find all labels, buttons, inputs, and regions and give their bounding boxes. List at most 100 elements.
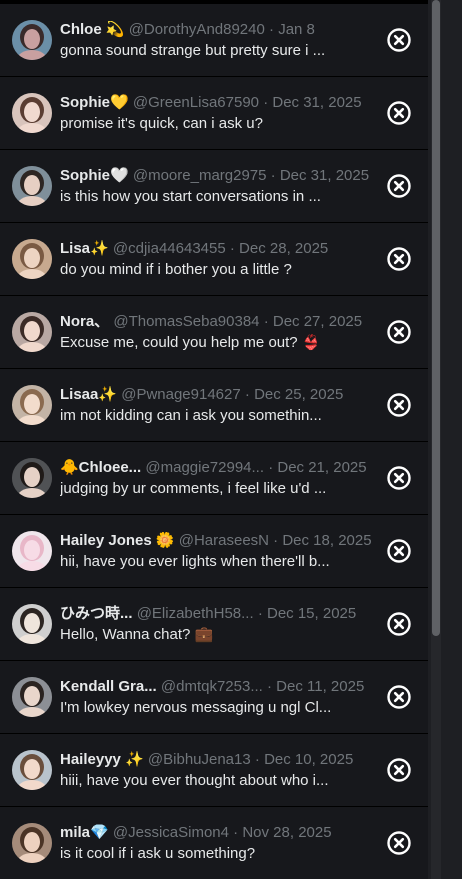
- dismiss-request-button[interactable]: [386, 100, 412, 126]
- message-date: Dec 11, 2025: [276, 678, 365, 695]
- dismiss-request-button[interactable]: [386, 173, 412, 199]
- message-preview: is it cool if i ask u something?: [60, 845, 256, 862]
- sender-name[interactable]: mila💎: [60, 824, 109, 841]
- conversation-row[interactable]: Lisaa✨ @Pwnage914627 · Dec 25, 2025 im no…: [0, 369, 428, 442]
- conversation-header: mila💎 @JessicaSimon4 · Nov 28, 2025: [60, 824, 378, 842]
- sender-handle: @DorothyAnd89240: [128, 21, 265, 38]
- close-circle-icon: [386, 392, 412, 418]
- avatar[interactable]: [12, 166, 52, 206]
- dm-requests-panel: Chloe 💫 @DorothyAnd89240 · Jan 8 gonna so…: [0, 0, 462, 879]
- dismiss-request-button[interactable]: [386, 465, 412, 491]
- message-date: Dec 10, 2025: [264, 751, 354, 768]
- conversation-header: Sophie💛 @GreenLisa67590 · Dec 31, 2025: [60, 94, 378, 112]
- avatar[interactable]: [12, 385, 52, 425]
- avatar[interactable]: [12, 458, 52, 498]
- conversation-row[interactable]: Lisa✨ @cdjia44643455 · Dec 28, 2025 do yo…: [0, 223, 428, 296]
- dismiss-request-button[interactable]: [386, 757, 412, 783]
- sender-handle: @dmtqk7253...: [160, 678, 263, 695]
- sender-name[interactable]: Lisa✨: [60, 240, 109, 257]
- sender-handle: @BibhuJena13: [147, 751, 251, 768]
- close-circle-icon: [386, 538, 412, 564]
- dismiss-request-button[interactable]: [386, 246, 412, 272]
- dismiss-request-button[interactable]: [386, 319, 412, 345]
- message-preview: is this how you start conversations in .…: [60, 188, 321, 205]
- conversation-row[interactable]: ひみつ時... @ElizabethH58... · Dec 15, 2025 H…: [0, 588, 428, 661]
- sender-name[interactable]: 🐥Chloee...: [60, 459, 141, 476]
- message-preview: hiii, have you ever thought about who i.…: [60, 772, 329, 789]
- sender-handle: @maggie72994...: [145, 459, 265, 476]
- sender-handle: @GreenLisa67590: [132, 94, 260, 111]
- message-date: Nov 28, 2025: [242, 824, 332, 841]
- conversation-row[interactable]: Sophie💛 @GreenLisa67590 · Dec 31, 2025 pr…: [0, 77, 428, 150]
- sender-name[interactable]: ひみつ時...: [60, 605, 133, 622]
- avatar[interactable]: [12, 677, 52, 717]
- dismiss-request-button[interactable]: [386, 27, 412, 53]
- avatar[interactable]: [12, 93, 52, 133]
- separator-dot: ·: [267, 678, 272, 695]
- sender-name[interactable]: Chloe 💫: [60, 21, 125, 38]
- message-preview: hii, have you ever lights when there'll …: [60, 553, 330, 570]
- separator-dot: ·: [268, 459, 274, 476]
- separator-dot: ·: [273, 532, 279, 549]
- sender-name[interactable]: Hailey Jones 🌼: [60, 532, 175, 549]
- message-date: Dec 15, 2025: [266, 605, 357, 622]
- separator-dot: ·: [263, 94, 269, 111]
- conversation-header: Kendall Gra... @dmtqk7253... · Dec 11, 2…: [60, 678, 378, 696]
- conversation-header: Nora、 @ThomasSeba90384 · Dec 27, 2025: [60, 313, 378, 331]
- close-circle-icon: [386, 757, 412, 783]
- message-date: Dec 18, 2025: [282, 532, 372, 549]
- conversation-row[interactable]: Hailey Jones 🌼 @HaraseesN · Dec 18, 2025…: [0, 515, 428, 588]
- conversation-row[interactable]: mila💎 @JessicaSimon4 · Nov 28, 2025 is it…: [0, 807, 428, 879]
- avatar[interactable]: [12, 312, 52, 352]
- close-circle-icon: [386, 100, 412, 126]
- conversation-header: Chloe 💫 @DorothyAnd89240 · Jan 8: [60, 21, 378, 39]
- avatar[interactable]: [12, 20, 52, 60]
- dismiss-request-button[interactable]: [386, 611, 412, 637]
- separator-dot: ·: [270, 167, 276, 184]
- close-circle-icon: [386, 319, 412, 345]
- separator-dot: ·: [244, 386, 250, 403]
- conversation-row[interactable]: Nora、 @ThomasSeba90384 · Dec 27, 2025 Exc…: [0, 296, 428, 369]
- sender-handle: @JessicaSimon4: [112, 824, 229, 841]
- avatar[interactable]: [12, 531, 52, 571]
- conversation-row[interactable]: Haileyyy ✨ @BibhuJena13 · Dec 10, 2025 hi…: [0, 734, 428, 807]
- separator-dot: ·: [263, 313, 269, 330]
- dismiss-request-button[interactable]: [386, 830, 412, 856]
- sender-handle: @moore_marg2975: [132, 167, 267, 184]
- conversation-list: Chloe 💫 @DorothyAnd89240 · Jan 8 gonna so…: [0, 4, 428, 879]
- avatar[interactable]: [12, 604, 52, 644]
- avatar[interactable]: [12, 239, 52, 279]
- close-circle-icon: [386, 27, 412, 53]
- scrollbar-thumb[interactable]: [432, 0, 440, 636]
- message-preview: do you mind if i bother you a little ?: [60, 261, 292, 278]
- conversation-header: 🐥Chloee... @maggie72994... · Dec 21, 202…: [60, 459, 378, 477]
- sender-name[interactable]: Nora、: [60, 313, 109, 330]
- dismiss-request-button[interactable]: [386, 538, 412, 564]
- conversation-header: ひみつ時... @ElizabethH58... · Dec 15, 2025: [60, 605, 378, 623]
- sender-name[interactable]: Haileyyy ✨: [60, 751, 144, 768]
- sender-name[interactable]: Lisaa✨: [60, 386, 117, 403]
- message-date: Dec 28, 2025: [239, 240, 329, 257]
- conversation-header: Haileyyy ✨ @BibhuJena13 · Dec 10, 2025: [60, 751, 378, 769]
- sender-name[interactable]: Kendall Gra...: [60, 678, 157, 695]
- conversation-row[interactable]: Kendall Gra... @dmtqk7253... · Dec 11, 2…: [0, 661, 428, 734]
- sender-name[interactable]: Sophie💛: [60, 94, 129, 111]
- message-preview: Excuse me, could you help me out? 👙: [60, 334, 321, 351]
- separator-dot: ·: [254, 751, 260, 768]
- close-circle-icon: [386, 246, 412, 272]
- dismiss-request-button[interactable]: [386, 392, 412, 418]
- sender-name[interactable]: Sophie🤍: [60, 167, 129, 184]
- dismiss-request-button[interactable]: [386, 684, 412, 710]
- conversation-row[interactable]: 🐥Chloee... @maggie72994... · Dec 21, 202…: [0, 442, 428, 515]
- message-preview: Hello, Wanna chat? 💼: [60, 626, 214, 643]
- conversation-header: Sophie🤍 @moore_marg2975 · Dec 31, 2025: [60, 167, 378, 185]
- message-date: Dec 31, 2025: [272, 94, 362, 111]
- sender-handle: @cdjia44643455: [112, 240, 226, 257]
- close-circle-icon: [386, 684, 412, 710]
- avatar[interactable]: [12, 750, 52, 790]
- message-date: Dec 21, 2025: [277, 459, 367, 476]
- conversation-row[interactable]: Sophie🤍 @moore_marg2975 · Dec 31, 2025 is…: [0, 150, 428, 223]
- conversation-row[interactable]: Chloe 💫 @DorothyAnd89240 · Jan 8 gonna so…: [0, 4, 428, 77]
- avatar[interactable]: [12, 823, 52, 863]
- message-preview: I'm lowkey nervous messaging u ngl Cl...: [60, 699, 332, 716]
